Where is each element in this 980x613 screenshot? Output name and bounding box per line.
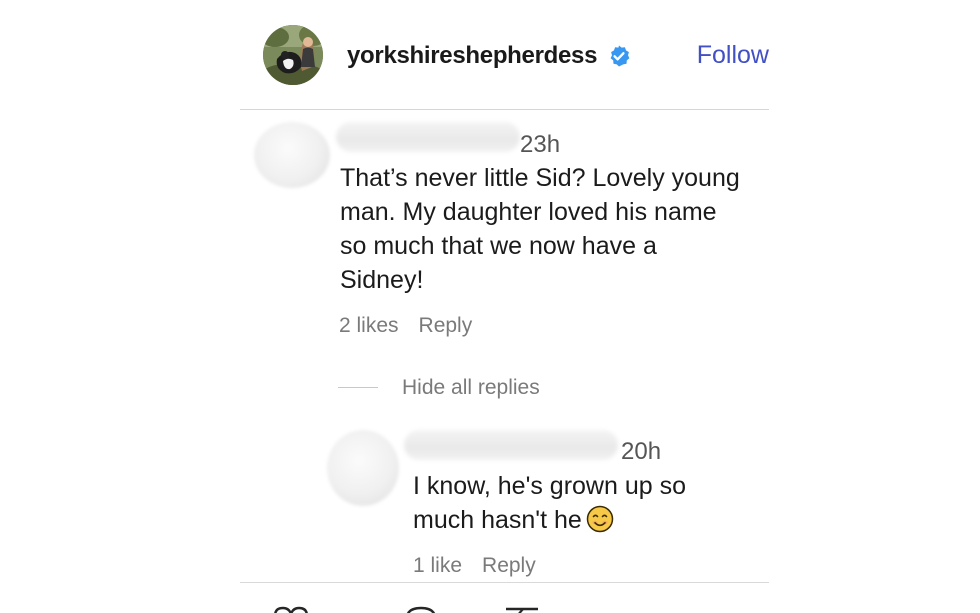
smiling-face-icon: [586, 505, 614, 533]
replier-avatar-redacted[interactable]: [327, 430, 399, 506]
commenter-name-redacted[interactable]: [336, 122, 520, 152]
follow-button[interactable]: Follow: [697, 40, 769, 70]
verified-badge-icon: [607, 44, 631, 68]
profile-avatar[interactable]: [263, 25, 323, 85]
reply-text-line: I know, he's grown up so: [413, 472, 686, 500]
reply-timestamp: 20h: [621, 438, 662, 465]
replies-divider-line: [338, 387, 378, 388]
likes-count[interactable]: 1 like: [413, 553, 462, 579]
reply-text: I know, he's grown up so much hasn't he: [413, 469, 686, 537]
hide-replies-label[interactable]: Hide all replies: [402, 375, 540, 401]
commenter-avatar-redacted[interactable]: [254, 122, 330, 188]
reply-button[interactable]: Reply: [419, 313, 473, 339]
like-icon[interactable]: [271, 603, 311, 613]
comment-text: That’s never little Sid? Lovely young ma…: [340, 161, 740, 297]
reply-meta: 1 like Reply: [413, 553, 536, 579]
share-icon[interactable]: [503, 603, 541, 613]
header-divider: [240, 109, 769, 110]
comment-timestamp: 23h: [520, 131, 561, 158]
reply-text-fragment: much hasn't he: [413, 506, 582, 534]
comment-text-line: so much that we now have a: [340, 232, 657, 260]
comment-text-line: That’s never little Sid? Lovely young: [340, 164, 740, 192]
comment-icon[interactable]: [403, 603, 439, 613]
reply-text-line: much hasn't he: [413, 503, 686, 537]
post-header: yorkshireshepherdess Follow: [263, 25, 769, 87]
comment-meta: 2 likes Reply: [339, 313, 472, 339]
likes-count[interactable]: 2 likes: [339, 313, 399, 339]
comment-text-line: man. My daughter loved his name: [340, 198, 717, 226]
avatar-photo: [263, 25, 323, 85]
action-bar-divider: [240, 582, 769, 583]
author-username[interactable]: yorkshireshepherdess: [347, 41, 597, 71]
replier-name-redacted[interactable]: [404, 430, 618, 460]
reply-button[interactable]: Reply: [482, 553, 536, 579]
comment-text-line: Sidney!: [340, 266, 424, 294]
